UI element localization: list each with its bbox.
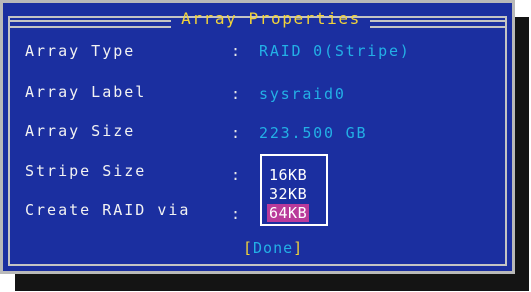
done-bracket-open: [ <box>243 239 254 257</box>
array-type-label: Array Type <box>25 42 136 60</box>
array-size-label: Array Size <box>25 122 136 140</box>
array-label-label: Array Label <box>25 83 147 101</box>
array-size-colon: : <box>231 124 241 142</box>
create-raid-via-label: Create RAID via <box>25 201 191 219</box>
stripe-size-option-16kb[interactable]: 16KB <box>267 166 309 184</box>
stripe-size-label: Stripe Size <box>25 162 147 180</box>
title-rule-right <box>370 20 506 28</box>
stripe-size-option-32kb[interactable]: 32KB <box>267 185 309 203</box>
stripe-size-dropdown[interactable]: 16KB 32KB 64KB <box>260 154 328 226</box>
stripe-size-option-64kb[interactable]: 64KB <box>267 204 310 222</box>
array-label-colon: : <box>231 85 241 103</box>
stripe-size-colon: : <box>231 166 241 184</box>
done-button-label: Done <box>253 239 294 257</box>
array-size-value: 223.500 GB <box>259 124 368 142</box>
dialog-title: Array Properties <box>181 9 361 28</box>
array-type-colon: : <box>231 42 241 60</box>
create-raid-via-colon: : <box>231 205 241 223</box>
array-type-value[interactable]: RAID 0(Stripe) <box>259 42 411 60</box>
done-button[interactable]: [Done] <box>243 239 303 257</box>
title-rule-left <box>8 20 171 28</box>
done-bracket-close: ] <box>293 239 304 257</box>
dialog-title-bar: Array Properties <box>3 3 512 35</box>
array-properties-dialog: Array Properties Array Type : RAID 0(Str… <box>0 0 515 274</box>
array-label-value[interactable]: sysraid0 <box>259 85 346 103</box>
